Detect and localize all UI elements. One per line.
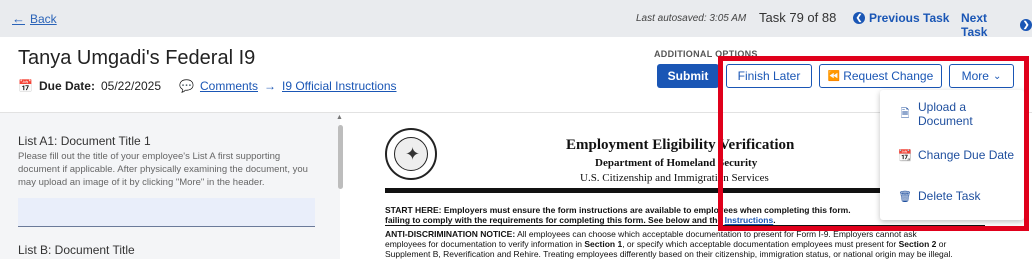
field-title-list-b: List B: Document Title — [18, 243, 135, 257]
request-change-label: Request Change — [843, 69, 934, 83]
back-label: Back — [30, 11, 57, 26]
chevron-right-circle-icon: ❯ — [1020, 19, 1032, 31]
menu-item-label: Change Due Date — [918, 148, 1015, 162]
eagle-icon: ✦ — [405, 144, 421, 164]
next-task-button[interactable]: Next Task ❯ — [961, 11, 1032, 39]
scrollbar-thumb[interactable] — [338, 125, 343, 189]
form-panel: List A1: Document Title 1 Please fill ou… — [0, 113, 340, 259]
instructions-doc-link[interactable]: Instructions — [725, 215, 774, 225]
calendar-check-icon: 📆 — [898, 149, 912, 162]
field-title: List A1: Document Title 1 — [18, 134, 151, 148]
arrow-right-icon: → — [264, 79, 276, 93]
document-subtitle-service: U.S. Citizenship and Immigration Service… — [580, 172, 769, 184]
document-line-supplement: Supplement B, Reverification and Rehire.… — [385, 249, 953, 259]
chevron-left-circle-icon: ❮ — [853, 12, 865, 24]
previous-task-button[interactable]: ❮ Previous Task — [853, 11, 949, 25]
document-line-start: START HERE: Employers must ensure the fo… — [385, 205, 851, 215]
due-date-value: 05/22/2025 — [100, 79, 162, 93]
next-task-label: Next Task — [961, 11, 988, 39]
calendar-icon: 📅 — [18, 79, 33, 93]
request-change-button[interactable]: ⏪ Request Change — [819, 64, 942, 88]
additional-options-label: ADDITIONAL OPTIONS — [654, 49, 758, 59]
document-line-instructions: failing to comply with the requirements … — [385, 215, 776, 225]
menu-item-change-due-date[interactable]: 📆 Change Due Date — [880, 143, 1024, 167]
comment-icon: 💬 — [179, 79, 194, 93]
document-rule-thin — [385, 225, 985, 226]
page-title: Tanya Umgadi's Federal I9 — [18, 47, 256, 69]
instructions-link[interactable]: I9 Official Instructions — [282, 79, 397, 93]
document-line-notice: ANTI-DISCRIMINATION NOTICE: All employee… — [385, 229, 917, 239]
comments-link[interactable]: Comments — [200, 79, 258, 93]
document-line-sections: employees for documentation to verify in… — [385, 239, 947, 249]
previous-task-label: Previous Task — [869, 11, 950, 25]
dhs-seal-logo: ✦ — [385, 128, 437, 180]
chevron-down-icon: ⌄ — [992, 70, 1002, 82]
field-description: Please fill out the title of your employ… — [18, 151, 308, 188]
menu-item-upload-document[interactable]: 🗎 Upload a Document — [880, 100, 1024, 128]
more-dropdown-menu: 🗎 Upload a Document 📆 Change Due Date 🗑 … — [880, 90, 1024, 220]
menu-item-label: Upload a Document — [918, 100, 973, 128]
due-date-label: Due Date: — [38, 79, 95, 93]
more-label: More — [961, 69, 989, 83]
submit-button[interactable]: Submit — [657, 64, 719, 88]
rewind-icon: ⏪ — [827, 70, 841, 82]
document-title-input[interactable] — [18, 198, 315, 227]
menu-item-delete-task[interactable]: 🗑 Delete Task — [880, 184, 1024, 208]
finish-later-button[interactable]: Finish Later — [726, 64, 812, 88]
arrow-left-icon: ← — [12, 11, 25, 26]
document-title: Employment Eligibility Verification — [566, 137, 795, 153]
document-subtitle-agency: Department of Homeland Security — [595, 157, 758, 169]
autosave-status: Last autosaved: 3:05 AM — [636, 13, 747, 24]
menu-item-label: Delete Task — [918, 189, 981, 203]
more-button[interactable]: More ⌄ — [949, 64, 1014, 88]
task-header: Tanya Umgadi's Federal I9 📅 Due Date: 05… — [0, 37, 1032, 113]
task-meta: 📅 Due Date: 05/22/2025 💬 Comments → I9 O… — [18, 79, 397, 93]
seal-inner: ✦ — [394, 137, 428, 171]
trash-icon: 🗑 — [898, 190, 912, 203]
scroll-up-arrow-icon[interactable]: ▲ — [336, 114, 343, 121]
back-link[interactable]: ← Back — [12, 11, 57, 26]
file-icon: 🗎 — [900, 107, 910, 120]
task-counter: Task 79 of 88 — [759, 10, 837, 25]
